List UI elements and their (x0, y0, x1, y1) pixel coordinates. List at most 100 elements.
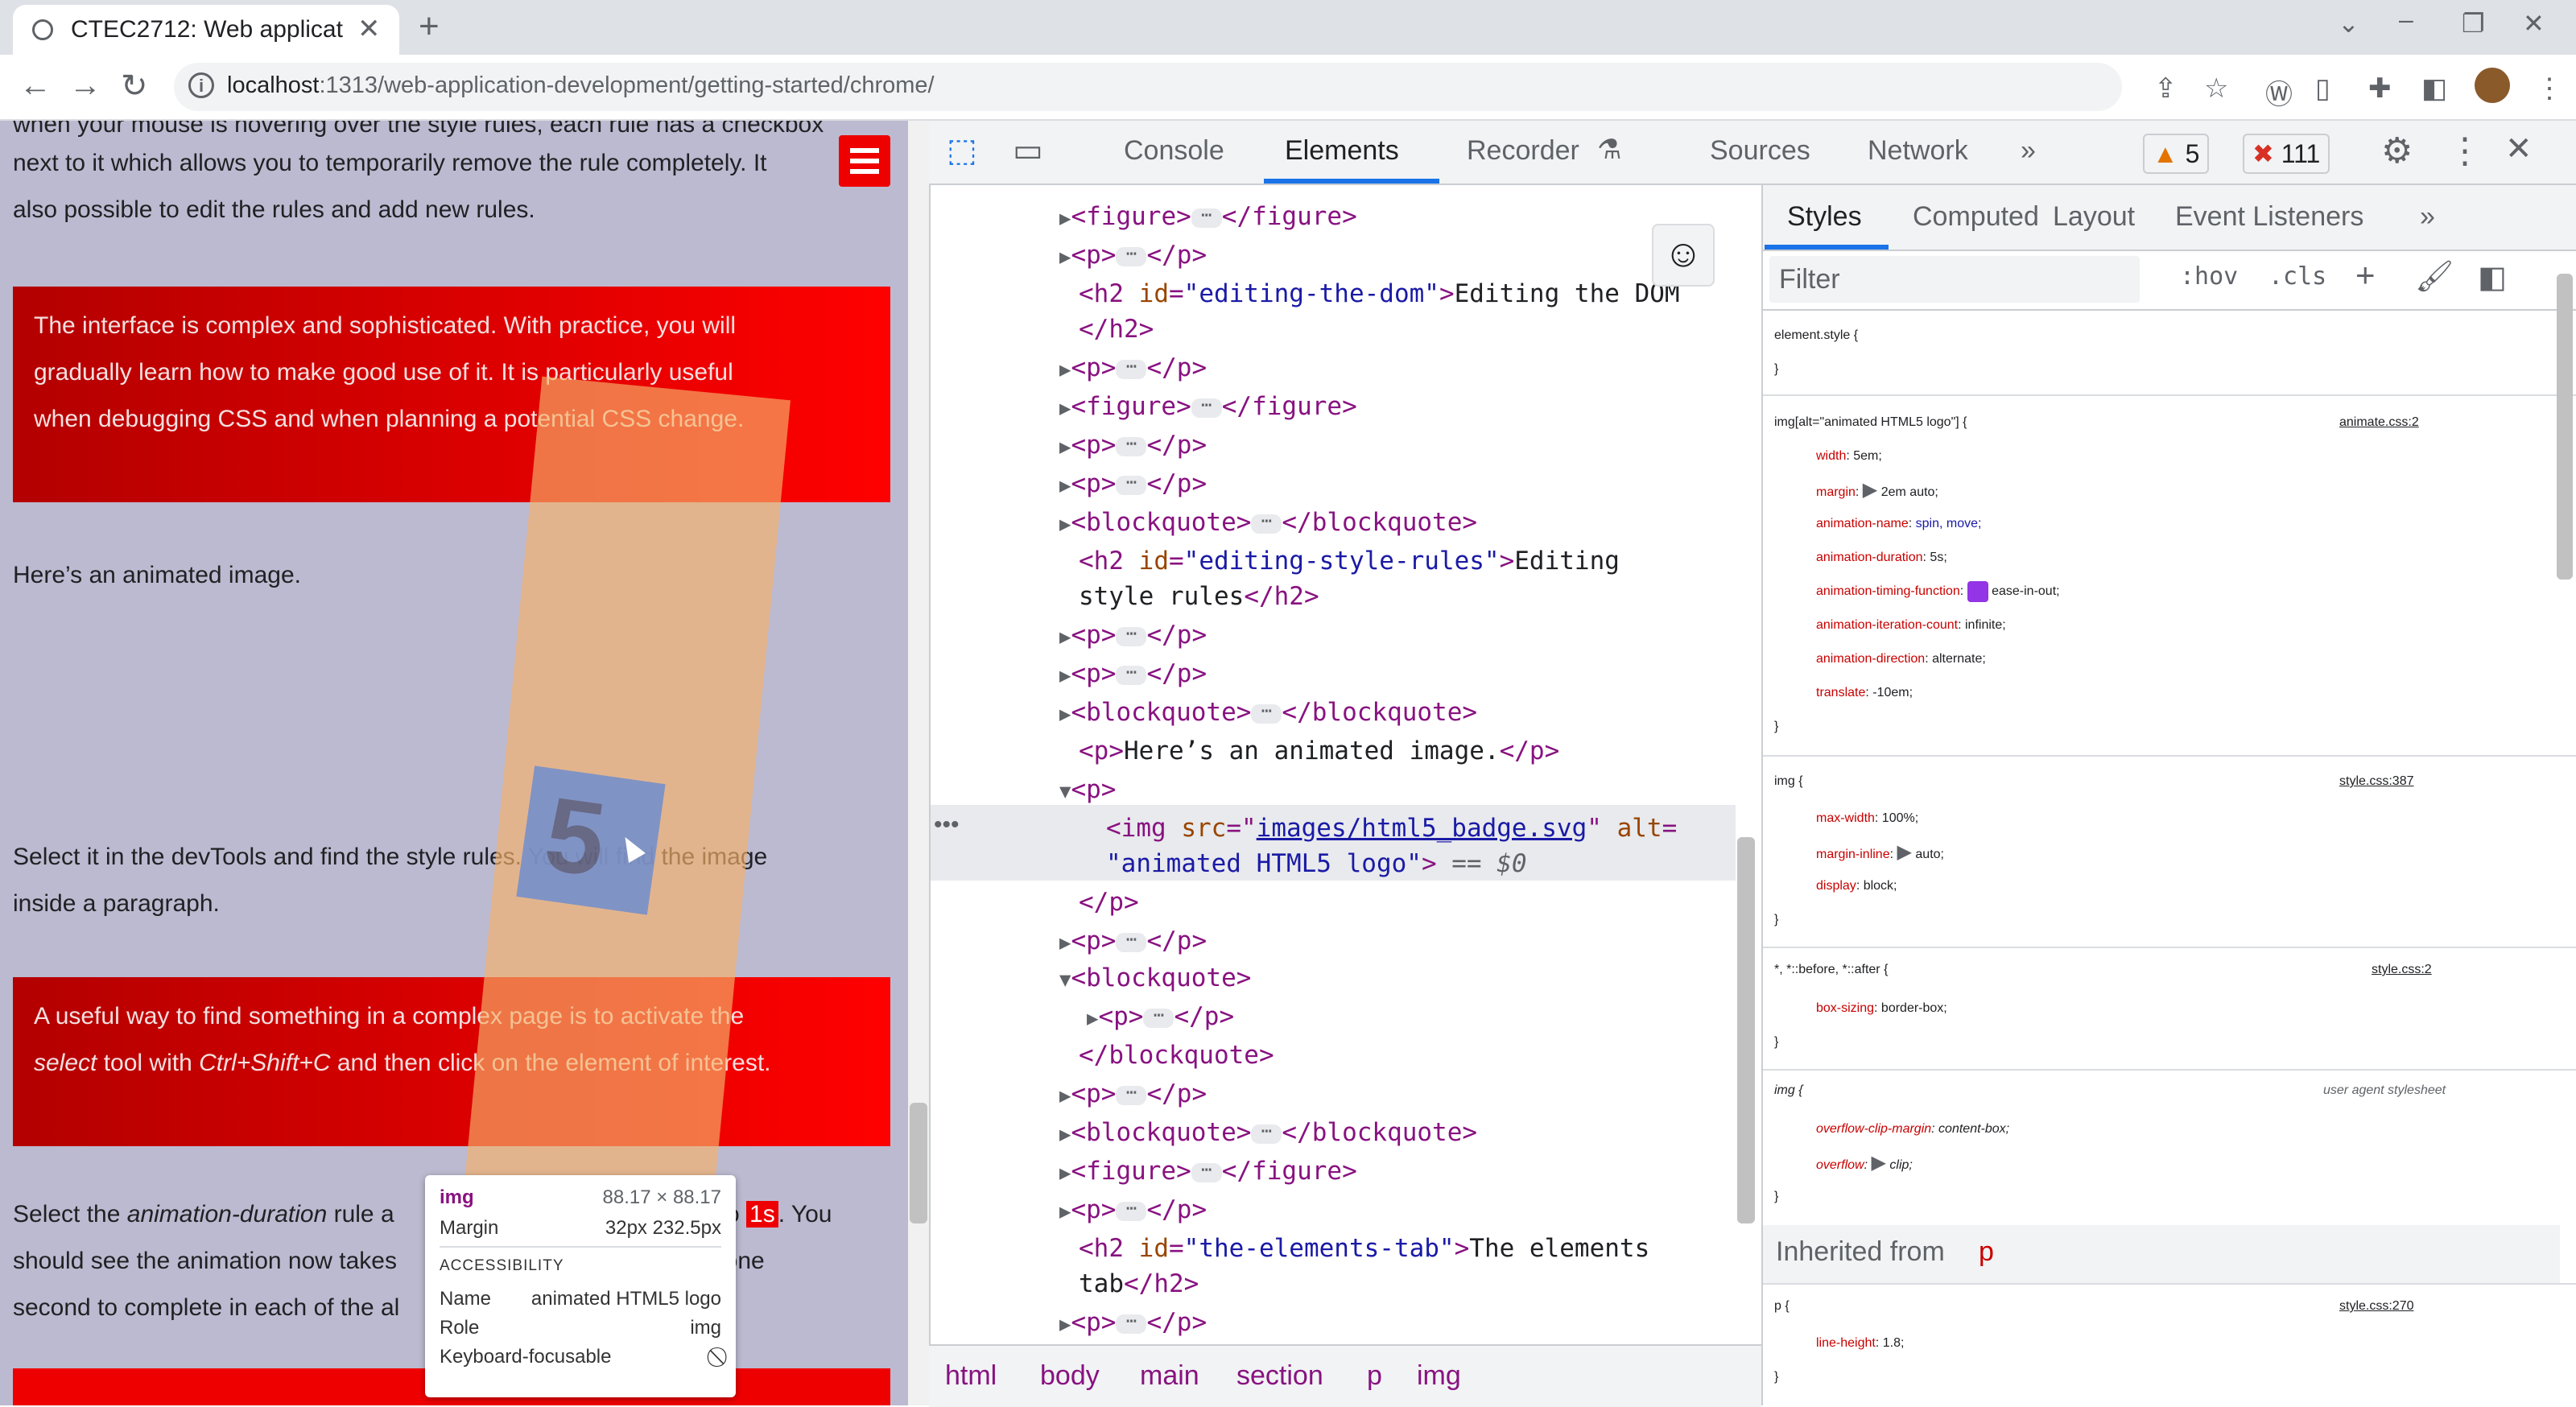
rule3-source-link[interactable]: style.css:2 (2372, 953, 2432, 987)
forward-icon[interactable]: → (69, 68, 101, 104)
dom-row-p[interactable]: ▶<p> ⋯ </p> (1059, 1075, 1207, 1114)
rule5-selector[interactable]: p { (1774, 1289, 1790, 1323)
dom-row-p[interactable]: ▶<p> ⋯ </p> (1059, 1304, 1207, 1343)
tab-sources[interactable]: Sources (1710, 135, 1810, 167)
img-src-link[interactable]: images/html5_badge.svg (1257, 814, 1587, 843)
side-panel-icon[interactable]: ◧ (2421, 72, 2447, 105)
dom-row-img[interactable]: <img src="images/html5_badge.svg" alt= (1106, 810, 1677, 847)
dom-scrollbar-thumb[interactable] (1737, 837, 1755, 1223)
rule2-source-link[interactable]: style.css:387 (2339, 765, 2413, 798)
dom-row-figure[interactable]: ▶<figure> ⋯ </figure> (1059, 198, 1357, 237)
cls-toggle[interactable]: .cls (2268, 262, 2326, 291)
easing-editor-icon[interactable] (1967, 580, 1988, 602)
styles-filter-input[interactable]: Filter (1769, 256, 2140, 303)
breadcrumb-p[interactable]: p (1367, 1360, 1382, 1392)
rule5-prop-line-height[interactable]: line-height: 1.8; (1816, 1327, 1904, 1360)
rule1-prop-direction[interactable]: animation-direction: alternate; (1816, 642, 1986, 676)
dom-row-p[interactable]: ▶<p> ⋯ </p> (1059, 922, 1207, 961)
rule3-prop-box-sizing[interactable]: box-sizing: border-box; (1816, 992, 1947, 1025)
breadcrumb-section[interactable]: section (1236, 1360, 1323, 1392)
hamburger-menu-icon[interactable] (839, 135, 890, 187)
rule2-prop-max-width[interactable]: max-width: 100%; (1816, 802, 1918, 836)
devtools-close-icon[interactable]: ✕ (2505, 130, 2533, 167)
element-style-selector[interactable]: element.style { (1774, 319, 1858, 353)
dom-row-p-close[interactable]: </p> (1079, 884, 1139, 921)
extensions-puzzle-icon[interactable]: ✚ (2368, 72, 2392, 105)
warnings-badge[interactable]: ▲ 5 (2143, 134, 2210, 174)
sidebar-toggle-icon[interactable]: ◧ (2478, 259, 2507, 295)
dom-row-h2-close[interactable]: </h2> (1079, 311, 1154, 348)
minimize-button[interactable]: – (2399, 5, 2413, 35)
dom-row-p[interactable]: ▶<p> ⋯ </p> (1059, 237, 1207, 275)
dom-row-p[interactable]: ▶<p> ⋯ </p> (1059, 1191, 1207, 1230)
dom-row-p[interactable]: ▶<p> ⋯ </p> (1059, 655, 1207, 694)
url-input[interactable]: i localhost:1313/web-application-develop… (174, 63, 2122, 111)
dom-row-h2-elements[interactable]: <h2 id="the-elements-tab">The elements (1079, 1230, 1649, 1267)
tab-styles[interactable]: Styles (1787, 201, 1862, 233)
dom-row-p[interactable]: ▶<p> ⋯ </p> (1059, 427, 1207, 465)
rule4-selector[interactable]: img { (1774, 1074, 1803, 1108)
dom-row-p-animated[interactable]: <p>Here’s an animated image.</p> (1079, 732, 1559, 770)
tab-network[interactable]: Network (1868, 135, 1968, 167)
dom-row-h2-style-rules[interactable]: <h2 id="editing-style-rules">Editing (1079, 543, 1620, 580)
dom-row-blockquote[interactable]: ▶<blockquote> ⋯ </blockquote> (1059, 504, 1477, 543)
dom-row-figure[interactable]: ▶<figure> ⋯ </figure> (1059, 388, 1357, 427)
settings-gear-icon[interactable]: ⚙ (2381, 130, 2413, 171)
new-rule-icon[interactable]: + (2355, 256, 2376, 295)
accessibility-tree-icon[interactable]: ☺ (1652, 224, 1715, 287)
inspect-select-icon[interactable]: ⬚ (947, 132, 977, 169)
dom-row-h2-elements-close[interactable]: tab</h2> (1079, 1265, 1199, 1302)
tab-computed[interactable]: Computed (1913, 201, 2039, 233)
expand-triangle-icon[interactable]: ▶ (1863, 479, 1877, 501)
dom-row-img-alt[interactable]: "animated HTML5 logo"> == $0 (1106, 845, 1527, 882)
rule1-source-link[interactable]: animate.css:2 (2339, 406, 2419, 439)
dom-row-p-nested[interactable]: ▶<p> ⋯ </p> (1087, 998, 1234, 1037)
extension-w-icon[interactable]: Ⓦ (2265, 72, 2293, 112)
tab-recorder[interactable]: Recorder (1467, 135, 1579, 167)
share-icon[interactable]: ⇪ (2154, 72, 2178, 105)
bookmark-star-icon[interactable]: ☆ (2204, 72, 2228, 105)
more-panes-icon[interactable]: » (2420, 201, 2435, 233)
dom-row-h2-editing-dom[interactable]: <h2 id="editing-the-dom">Editing the DOM (1079, 275, 1680, 312)
dom-row-blockquote-open[interactable]: ▼<blockquote> (1059, 959, 1251, 998)
dom-row-h2-style-close[interactable]: style rules</h2> (1079, 578, 1319, 615)
rule1-prop-animation-duration[interactable]: animation-duration: 5s; (1816, 541, 1947, 575)
html5-logo-image[interactable]: 5 (516, 765, 666, 915)
dom-row-blockquote-close[interactable]: </blockquote> (1079, 1037, 1274, 1074)
tab-search-icon[interactable]: ⌄ (2338, 8, 2359, 39)
back-icon[interactable]: ← (19, 68, 52, 104)
window-close-button[interactable]: ✕ (2523, 8, 2545, 39)
rule1-prop-margin[interactable]: margin: ▶ 2em auto; (1816, 473, 1938, 510)
rule1-prop-animation-name[interactable]: animation-name: spin, move; (1816, 507, 1981, 541)
breadcrumb-html[interactable]: html (945, 1360, 997, 1392)
rule5-source-link[interactable]: style.css:270 (2339, 1289, 2413, 1323)
dom-row-p[interactable]: ▶<p> ⋯ </p> (1059, 465, 1207, 504)
rule3-selector[interactable]: *, *::before, *::after { (1774, 953, 1888, 987)
breadcrumb-main[interactable]: main (1140, 1360, 1199, 1392)
expand-triangle-icon[interactable]: ▶ (1897, 841, 1911, 863)
rule1-selector[interactable]: img[alt="animated HTML5 logo"] { (1774, 406, 1967, 439)
dom-row-blockquote[interactable]: ▶<blockquote> ⋯ </blockquote> (1059, 694, 1477, 732)
profile-avatar[interactable] (2475, 68, 2510, 103)
document-icon[interactable]: ▯ (2315, 72, 2330, 105)
page-scrollbar-thumb[interactable] (910, 1103, 927, 1223)
rule1-prop-translate[interactable]: translate: -10em; (1816, 676, 1913, 710)
styles-scrollbar-thumb[interactable] (2557, 274, 2573, 580)
hov-toggle[interactable]: :hov (2180, 262, 2238, 291)
inherited-tag-link[interactable]: p (1979, 1236, 1994, 1268)
new-tab-button[interactable]: + (419, 6, 440, 47)
dom-row-p[interactable]: ▶<p> ⋯ </p> (1059, 349, 1207, 388)
close-tab-icon[interactable]: ✕ (357, 13, 381, 45)
browser-tab[interactable]: CTEC2712: Web applicat ✕ (13, 5, 399, 55)
dom-row-blockquote[interactable]: ▶<blockquote> ⋯ </blockquote> (1059, 1114, 1477, 1153)
breadcrumb-img[interactable]: img (1417, 1360, 1461, 1392)
rule2-prop-display[interactable]: display: block; (1816, 869, 1897, 903)
device-toolbar-icon[interactable]: ▭ (1013, 132, 1043, 169)
rule1-prop-width[interactable]: width: 5em; (1816, 439, 1882, 473)
paint-brush-icon[interactable]: 🖌 (2415, 259, 2454, 295)
rule2-prop-margin-inline[interactable]: margin-inline: ▶ auto; (1816, 836, 1944, 872)
tab-layout[interactable]: Layout (2053, 201, 2135, 233)
menu-kebab-icon[interactable]: ⋮ (2536, 72, 2563, 105)
reload-icon[interactable]: ↻ (121, 68, 148, 105)
rule1-prop-iteration-count[interactable]: animation-iteration-count: infinite; (1816, 609, 2006, 642)
